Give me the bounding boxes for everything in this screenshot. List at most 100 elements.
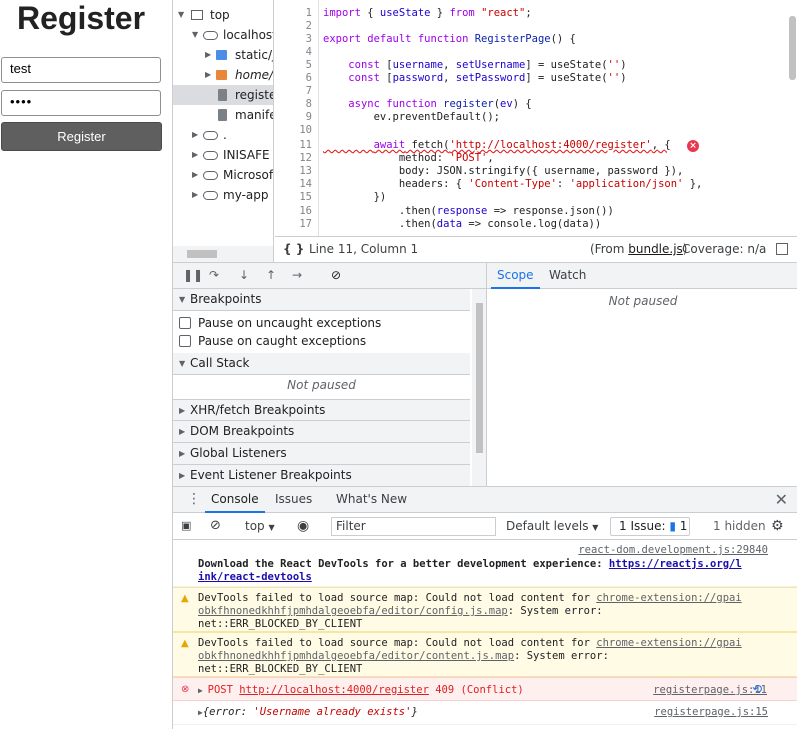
code-line[interactable]: export default function RegisterPage() { xyxy=(323,33,576,46)
event-listener-breakpoints-section-header[interactable]: ▶ Event Listener Breakpoints xyxy=(173,465,470,486)
tree-item-my-app[interactable]: ▶ my-app xyxy=(173,185,273,205)
global-listeners-section-header[interactable]: ▶ Global Listeners xyxy=(173,443,470,465)
react-devtools-link[interactable]: https://reactjs.org/l xyxy=(609,558,742,570)
line-number[interactable]: 3 xyxy=(275,33,312,46)
error-badge-icon[interactable]: × xyxy=(687,140,699,152)
network-request-icon[interactable]: ⟲ xyxy=(752,683,762,696)
message-source-link[interactable]: registerpage.js:11 xyxy=(653,684,767,697)
message-source-link[interactable]: registerpage.js:15 xyxy=(654,706,768,719)
tree-item-manifest[interactable]: manife xyxy=(173,105,273,125)
tree-item-inisafe[interactable]: ▶ INISAFE C xyxy=(173,145,273,165)
console-settings-icon[interactable]: ⚙ xyxy=(771,513,784,539)
line-number[interactable]: 8 xyxy=(275,98,312,111)
password-input[interactable]: •••• xyxy=(1,90,161,116)
bundle-link[interactable]: bundle.js xyxy=(628,242,683,256)
code-line[interactable]: const [username, setUsername] = useState… xyxy=(323,59,626,72)
step-icon[interactable]: → xyxy=(292,268,302,282)
debugger-sidebar-scrollbar[interactable] xyxy=(472,289,486,486)
source-map-link-continued[interactable]: obkfhnonedkhhfjpmhdalgeoebfa/editor/cont… xyxy=(198,650,514,662)
code-line[interactable]: async function register(ev) { xyxy=(323,98,531,111)
expand-arrow-icon[interactable]: ▼ xyxy=(192,25,198,45)
collapse-arrow-icon[interactable]: ▶ xyxy=(192,145,198,165)
tree-item-static-js[interactable]: ▶ static/js xyxy=(173,45,273,65)
code-line[interactable]: ev.preventDefault(); xyxy=(323,111,500,124)
collapse-arrow-icon[interactable]: ▶ xyxy=(192,185,198,205)
breakpoints-section-header[interactable]: ▼ Breakpoints xyxy=(173,289,470,311)
step-into-icon[interactable]: ↓ xyxy=(239,268,249,282)
log-levels-dropdown[interactable]: Default levels ▼ xyxy=(506,513,598,539)
register-button[interactable]: Register xyxy=(1,122,162,151)
deactivate-breakpoints-icon[interactable]: ⊘ xyxy=(331,268,341,282)
code-line[interactable]: method: 'POST', xyxy=(323,152,494,165)
request-url-link[interactable]: http://localhost:4000/register xyxy=(239,684,429,696)
code-line[interactable]: body: JSON.stringify({ username, passwor… xyxy=(323,165,683,178)
line-number[interactable]: 14 xyxy=(275,178,312,191)
line-number[interactable]: 6 xyxy=(275,72,312,85)
show-sidebar-icon[interactable]: ▣ xyxy=(181,513,191,539)
step-over-icon[interactable]: ↷ xyxy=(209,268,219,282)
tab-scope[interactable]: Scope xyxy=(491,263,540,289)
line-number[interactable]: 13 xyxy=(275,165,312,178)
pretty-print-button[interactable]: { } xyxy=(283,237,304,261)
code-line[interactable]: await fetch('http://localhost:4000/regis… xyxy=(323,139,671,152)
tab-console[interactable]: Console xyxy=(205,487,265,513)
react-devtools-link-continued[interactable]: ink/react-devtools xyxy=(198,571,312,583)
line-number[interactable]: 17 xyxy=(275,218,312,231)
pause-icon[interactable]: ❚❚ xyxy=(183,268,203,282)
clear-console-icon[interactable]: ⊘ xyxy=(210,513,221,539)
line-number[interactable]: 11 xyxy=(275,139,312,152)
source-map-link[interactable]: chrome-extension://gpai xyxy=(596,637,741,649)
code-line[interactable]: headers: { 'Content-Type': 'application/… xyxy=(323,178,703,191)
pause-uncaught-checkbox[interactable] xyxy=(179,317,191,329)
tree-item-registerpage[interactable]: registe xyxy=(173,85,273,105)
expand-arrow-icon[interactable]: ▼ xyxy=(179,289,185,310)
line-number[interactable]: 2 xyxy=(275,20,312,33)
collapse-arrow-icon[interactable]: ▶ xyxy=(192,165,198,185)
xhr-breakpoints-section-header[interactable]: ▶ XHR/fetch Breakpoints xyxy=(173,399,470,421)
line-number[interactable]: 5 xyxy=(275,59,312,72)
line-number[interactable]: 4 xyxy=(275,46,312,59)
tree-horizontal-scrollbar[interactable] xyxy=(173,246,273,262)
expand-arrow-icon[interactable]: ▶ xyxy=(198,686,208,695)
call-stack-section-header[interactable]: ▼ Call Stack xyxy=(173,353,470,375)
collapse-arrow-icon[interactable]: ▶ xyxy=(205,65,211,85)
issues-counter-button[interactable]: 1 Issue: ▮ 1 xyxy=(610,517,690,536)
collapse-arrow-icon[interactable]: ▶ xyxy=(179,465,185,486)
code-line[interactable]: }) xyxy=(323,191,387,204)
line-number[interactable]: 16 xyxy=(275,205,312,218)
tree-item-microsoft[interactable]: ▶ Microsoft xyxy=(173,165,273,185)
tab-issues[interactable]: Issues xyxy=(275,487,312,513)
close-drawer-icon[interactable]: ✕ xyxy=(775,490,788,509)
collapse-arrow-icon[interactable]: ▶ xyxy=(192,125,198,145)
source-map-link[interactable]: chrome-extension://gpai xyxy=(596,592,741,604)
tab-whats-new[interactable]: What's New xyxy=(336,487,407,513)
expand-arrow-icon[interactable]: ▼ xyxy=(178,5,184,25)
line-number[interactable]: 12 xyxy=(275,152,312,165)
code-line[interactable]: .then(response => response.json()) xyxy=(323,205,614,218)
tree-item-dot[interactable]: ▶ . xyxy=(173,125,273,145)
line-number-gutter[interactable]: 1 2 3 4 5 6 7 8 9 10 11 12 13 14 15 16 1… xyxy=(275,0,319,236)
code-line[interactable]: const [password, setPassword] = useState… xyxy=(323,72,626,85)
source-map-link-continued[interactable]: obkfhnonedkhhfjpmhdalgeoebfa/editor/conf… xyxy=(198,605,508,617)
dom-breakpoints-section-header[interactable]: ▶ DOM Breakpoints xyxy=(173,421,470,443)
code-line[interactable]: import { useState } from "react"; xyxy=(323,7,532,20)
line-number[interactable]: 9 xyxy=(275,111,312,124)
line-number[interactable]: 7 xyxy=(275,85,312,98)
pause-caught-checkbox[interactable] xyxy=(179,335,191,347)
eye-icon[interactable]: ◉ xyxy=(297,513,309,539)
context-selector[interactable]: top ▼ xyxy=(245,513,275,539)
step-out-icon[interactable]: ↑ xyxy=(266,268,276,282)
editor-vertical-scrollbar[interactable] xyxy=(786,0,797,236)
tree-item-localhost[interactable]: ▼ localhost: xyxy=(173,25,273,45)
line-number[interactable]: 10 xyxy=(275,124,312,137)
code-editor[interactable]: 1 2 3 4 5 6 7 8 9 10 11 12 13 14 15 16 1… xyxy=(275,0,797,236)
console-filter-input[interactable]: Filter xyxy=(331,517,496,536)
code-line[interactable]: .then(data => console.log(data)) xyxy=(323,218,601,231)
line-number[interactable]: 15 xyxy=(275,191,312,204)
line-number[interactable]: 1 xyxy=(275,7,312,20)
message-source-link[interactable]: react-dom.development.js:29840 xyxy=(578,544,768,557)
toggle-sidebar-icon[interactable] xyxy=(776,243,788,255)
tab-watch[interactable]: Watch xyxy=(543,263,592,289)
collapse-arrow-icon[interactable]: ▶ xyxy=(179,443,185,464)
collapse-arrow-icon[interactable]: ▶ xyxy=(179,421,185,442)
